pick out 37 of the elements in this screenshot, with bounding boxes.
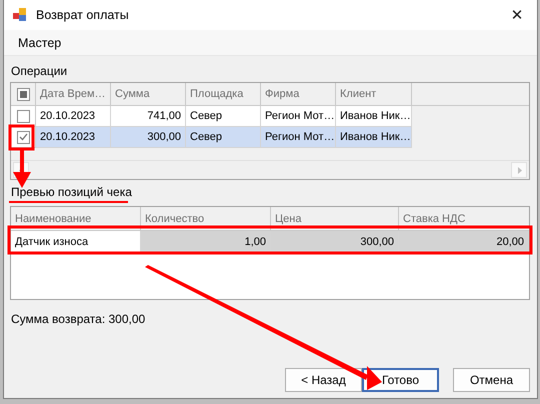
section-label: Операции <box>11 64 68 78</box>
column-header[interactable]: Клиент <box>336 83 412 106</box>
wizard-title: Мастер <box>18 36 62 50</box>
table-cell: 20.10.2023 <box>36 106 111 127</box>
highlight-frame <box>8 124 34 150</box>
table-row[interactable]: 20.10.2023 300,00 Север Регион Мот… Иванов Ник… <box>11 127 529 148</box>
table-cell: 20,00 <box>399 231 529 253</box>
checkbox[interactable] <box>16 88 30 100</box>
table-cell: Иванов Ник… <box>336 127 412 148</box>
column-header[interactable]: Дата Врем… <box>36 83 111 106</box>
scroll-right-icon[interactable] <box>511 162 527 178</box>
checkbox[interactable] <box>16 110 30 122</box>
section-label: Превью позиций чека <box>11 185 132 199</box>
horizontal-scrollbar[interactable] <box>11 160 529 179</box>
close-button[interactable]: ✕ <box>497 0 537 30</box>
table-cell: Регион Мот… <box>261 127 336 148</box>
app-icon <box>12 7 28 23</box>
refund-total: Сумма возврата: 300,00 <box>11 312 146 326</box>
column-header[interactable]: Фирма <box>261 83 336 106</box>
table-cell: Регион Мот… <box>261 106 336 127</box>
checkbox[interactable] <box>16 130 30 144</box>
table-row[interactable]: 20.10.2023 741,00 Север Регион Мот… Иванов Ник… <box>11 106 529 127</box>
dialog-button[interactable]: Отмена <box>453 368 530 392</box>
table-cell: 20.10.2023 <box>36 127 111 148</box>
table-cell: 300,00 <box>111 127 186 148</box>
table-cell: 1,00 <box>141 231 271 253</box>
column-header[interactable]: Сумма <box>111 83 186 106</box>
table-cell: Север <box>186 106 261 127</box>
table-cell: 741,00 <box>111 106 186 127</box>
table-cell: 300,00 <box>271 231 399 253</box>
annotation-arrow <box>13 150 31 188</box>
window-title: Возврат оплаты <box>36 8 130 22</box>
table-cell: Иванов Ник… <box>336 106 412 127</box>
table-cell: Север <box>186 127 261 148</box>
dialog-button[interactable]: < Назад <box>285 368 362 392</box>
column-header[interactable]: Площадка <box>186 83 261 106</box>
table-row[interactable]: Датчик износа 1,00 300,00 20,00 <box>11 231 529 253</box>
